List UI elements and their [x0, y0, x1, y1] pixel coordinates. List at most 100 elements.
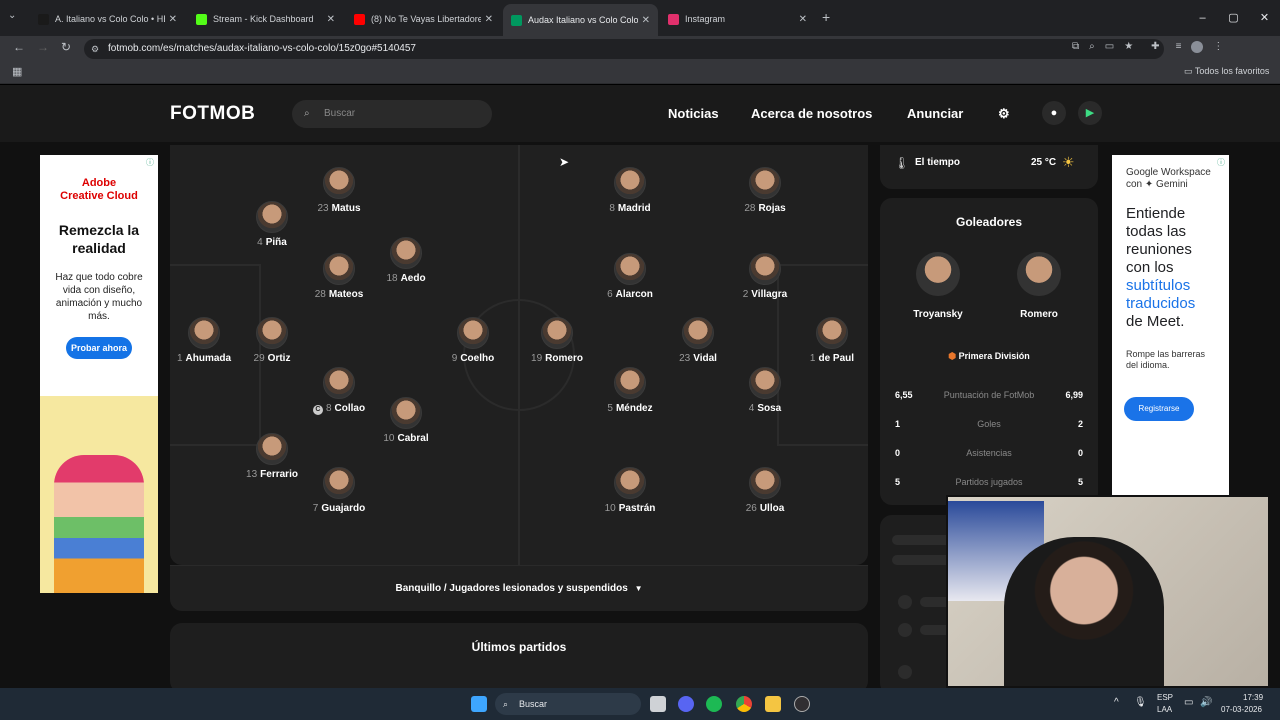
reload-icon[interactable]: ↻ — [61, 40, 71, 54]
settings-gear-icon[interactable]: ⚙ — [998, 106, 1010, 122]
scorer-stat-row: 0 Asistencias 0 — [895, 448, 1083, 458]
discord-icon[interactable] — [678, 696, 694, 712]
workspace-cta-button[interactable]: Registrarse — [1124, 397, 1194, 421]
player-photo — [614, 253, 646, 285]
tab-close-icon[interactable]: ✕ — [327, 14, 335, 25]
tab-close-icon[interactable]: ✕ — [642, 15, 650, 26]
forward-icon[interactable]: → — [37, 40, 49, 54]
chrome-icon[interactable] — [736, 696, 752, 712]
back-icon[interactable]: ← — [13, 40, 25, 54]
adobe-cta-button[interactable]: Probar ahora — [66, 337, 132, 359]
player-home[interactable]: 23 Matus — [299, 167, 379, 214]
player-away[interactable]: 23 Vidal — [658, 317, 738, 364]
player-away[interactable]: 5 Méndez — [590, 367, 670, 414]
player-number: 9 — [451, 353, 458, 364]
player-away[interactable]: 1 de Paul — [792, 317, 868, 364]
apps-grid-icon[interactable]: ▦ — [12, 65, 22, 78]
close-window-icon[interactable]: ✕ — [1249, 0, 1280, 36]
fotmob-logo[interactable]: FOTMOB — [170, 103, 255, 125]
taskbar-search[interactable]: ⌕ Buscar — [495, 693, 641, 715]
player-home[interactable]: 29 Ortiz — [232, 317, 312, 364]
tab-close-icon[interactable]: ✕ — [799, 14, 807, 25]
player-name: Villagra — [751, 289, 788, 300]
lang-indicator[interactable]: ESP — [1157, 693, 1173, 702]
player-away[interactable]: 6 Alarcon — [590, 253, 670, 300]
tab-close-icon[interactable]: ✕ — [485, 14, 493, 25]
player-photo — [256, 433, 288, 465]
taskview-icon[interactable] — [650, 696, 666, 712]
ad-info-icon[interactable]: ⓘ — [146, 157, 154, 168]
search-icon: ⌕ — [304, 108, 310, 119]
bench-toggle-bar[interactable]: Banquillo / Jugadores lesionados y suspe… — [170, 565, 868, 611]
player-photo — [614, 167, 646, 199]
google-play-icon[interactable]: ▶ — [1078, 101, 1102, 125]
player-home[interactable]: 18 Aedo — [366, 237, 446, 284]
nav-acerca[interactable]: Acerca de nosotros — [751, 106, 872, 121]
workspace-brand: Google Workspace con ✦ Gemini — [1126, 167, 1211, 190]
nav-noticias[interactable]: Noticias — [668, 106, 719, 121]
obs-icon[interactable] — [794, 696, 810, 712]
minimize-icon[interactable]: – — [1187, 0, 1218, 36]
volume-icon[interactable]: 🔊 — [1200, 697, 1212, 708]
player-away[interactable]: 28 Rojas — [725, 167, 805, 214]
player-home[interactable]: 10 Cabral — [366, 397, 446, 444]
player-away[interactable]: 2 Villagra — [725, 253, 805, 300]
player-home[interactable]: 7 Guajardo — [299, 467, 379, 514]
tab-favicon-icon — [668, 13, 679, 25]
cast-icon[interactable]: ▭ — [1105, 41, 1114, 53]
windows-start-icon[interactable] — [471, 696, 487, 712]
player-photo — [749, 467, 781, 499]
apple-icon[interactable]: ● — [1042, 101, 1066, 125]
mic-icon[interactable]: 🎙 — [1134, 697, 1147, 708]
search-input[interactable]: ⌕ Buscar — [292, 100, 492, 128]
maximize-icon[interactable]: ▢ — [1218, 0, 1249, 36]
profile-avatar[interactable] — [1191, 41, 1204, 53]
bookmark-star-icon[interactable]: ★ — [1124, 41, 1133, 53]
all-bookmarks-link[interactable]: ▭ Todos los favoritos — [1184, 66, 1269, 77]
scorer-stat-row: 1 Goles 2 — [895, 419, 1083, 429]
menu-icon[interactable]: ⋮ — [1213, 41, 1223, 53]
adobe-ad[interactable]: ⓘ Adobe Creative Cloud Remezcla la reali… — [40, 155, 158, 593]
player-away[interactable]: 8 Madrid — [590, 167, 670, 214]
zoom-icon[interactable]: ⌕ — [1089, 41, 1095, 53]
file-explorer-icon[interactable] — [765, 696, 781, 712]
translate-icon[interactable]: ⧉ — [1072, 41, 1079, 53]
ad-info-icon[interactable]: ⓘ — [1217, 157, 1225, 168]
browser-tab[interactable]: A. Italiano vs Colo Colo • HBO Max✕ — [30, 6, 185, 32]
google-workspace-ad[interactable]: ⓘ Google Workspace con ✦ Gemini Entiende… — [1112, 155, 1229, 495]
player-number: 8 — [609, 203, 615, 214]
spotify-icon[interactable] — [706, 696, 722, 712]
player-name: Piña — [265, 237, 287, 248]
player-away[interactable]: 10 Pastrán — [590, 467, 670, 514]
thermometer-icon: 🌡 — [894, 156, 910, 170]
extensions-icon[interactable]: ✚ — [1151, 41, 1159, 53]
player-away[interactable]: 4 Sosa — [725, 367, 805, 414]
scorer-name-left[interactable]: Troyansky — [900, 309, 976, 320]
url-field[interactable]: ⚙ fotmob.com/es/matches/audax-italiano-v… — [84, 39, 1164, 59]
scorer-avatar-right[interactable] — [1017, 252, 1061, 296]
network-icon[interactable]: ▭ — [1184, 697, 1193, 708]
tray-chevron-icon[interactable]: ^ — [1114, 697, 1119, 708]
browser-tab[interactable]: Instagram ✕ — [660, 6, 815, 32]
browser-tab[interactable]: Stream - Kick Dashboard ✕ — [188, 6, 343, 32]
player-home[interactable]: 9 Coelho — [433, 317, 513, 364]
workspace-headline-a: Entiende todas las reuniones con los — [1126, 205, 1192, 276]
browser-tab[interactable]: Audax Italiano vs Colo Colo - m✕ — [503, 4, 658, 36]
player-name: Ahumada — [185, 353, 232, 364]
player-number: 7 — [312, 503, 319, 514]
scorer-name-right[interactable]: Romero — [1001, 309, 1077, 320]
site-info-icon[interactable]: ⚙ — [91, 39, 99, 59]
tab-search-icon[interactable]: ⌄ — [8, 10, 16, 21]
player-name: Cabral — [397, 433, 429, 444]
player-away[interactable]: 19 Romero — [517, 317, 597, 364]
nav-anunciar[interactable]: Anunciar — [907, 106, 963, 121]
player-photo — [390, 397, 422, 429]
player-away[interactable]: 26 Ulloa — [725, 467, 805, 514]
media-icon[interactable]: ≡ — [1176, 41, 1182, 53]
tab-close-icon[interactable]: ✕ — [169, 14, 177, 25]
streamer-figure — [1004, 537, 1164, 686]
new-tab-icon[interactable]: + — [822, 9, 830, 25]
browser-tab[interactable]: (8) No Te Vayas Libertadores Ft✕ — [346, 6, 501, 32]
clock-time[interactable]: 17:39 — [1243, 693, 1263, 702]
scorer-avatar-left[interactable] — [916, 252, 960, 296]
